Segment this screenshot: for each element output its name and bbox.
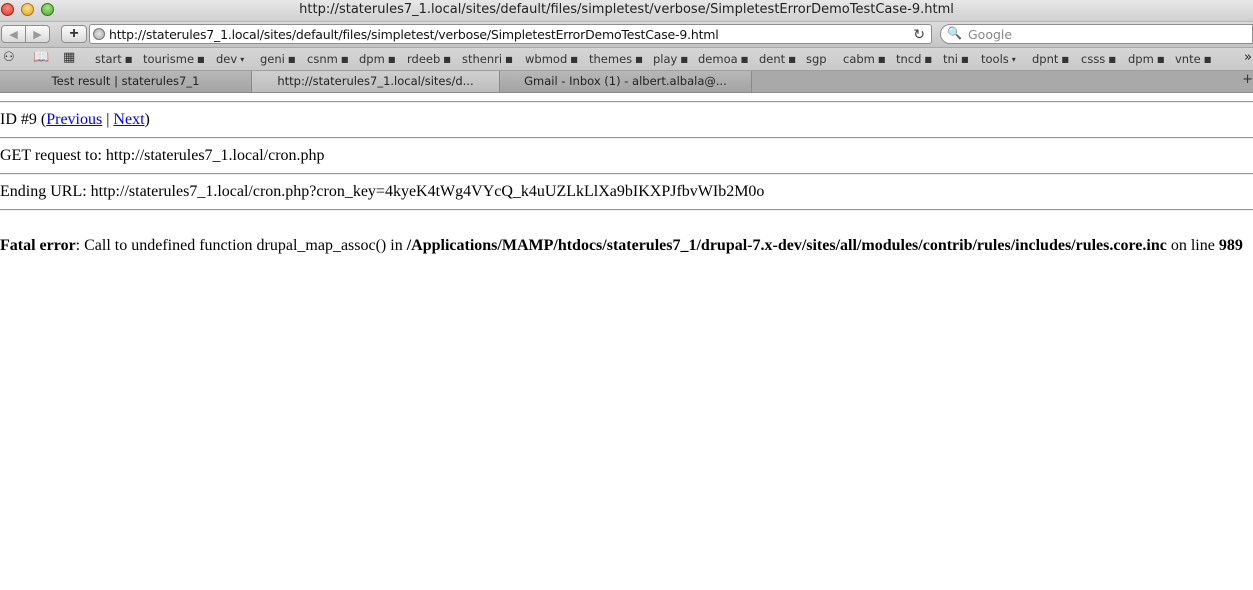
ending-url-line: Ending URL: http://staterules7_1.local/c… xyxy=(0,183,765,200)
search-input[interactable]: Google xyxy=(968,27,1012,42)
more-bookmarks-icon[interactable]: » xyxy=(1244,50,1252,65)
divider xyxy=(0,101,1253,103)
search-icon[interactable]: 🔍 xyxy=(947,26,962,40)
bookmark-wbmod[interactable]: wbmod ■ xyxy=(525,52,578,66)
tab-bar: Test result | staterules7_1 http://state… xyxy=(0,71,1253,93)
search-field[interactable]: 🔍 Google xyxy=(940,24,1253,44)
bookmark-tools[interactable]: tools ▾ xyxy=(981,52,1016,66)
error-line-number: 989 xyxy=(1218,237,1243,254)
bookmark-play[interactable]: play ■ xyxy=(653,52,688,66)
bookmark-themes[interactable]: themes ■ xyxy=(589,52,643,66)
bookmark-csnm[interactable]: csnm ■ xyxy=(307,52,348,66)
globe-icon xyxy=(93,28,105,40)
divider xyxy=(0,173,1253,175)
bookmark-sgp[interactable]: sgp xyxy=(806,52,827,66)
add-bookmark-button[interactable]: + xyxy=(61,25,87,43)
bookmark-csss[interactable]: csss ■ xyxy=(1081,52,1116,66)
back-arrow-icon: ◀ xyxy=(9,28,18,41)
bookmark-tncd[interactable]: tncd ■ xyxy=(896,52,932,66)
previous-link[interactable]: Previous xyxy=(46,111,102,128)
bookmark-sthenri[interactable]: sthenri ■ xyxy=(462,52,513,66)
forward-arrow-icon: ▶ xyxy=(33,28,42,41)
fatal-error-message: Fatal error: Call to undefined function … xyxy=(0,237,1243,254)
error-file-path: /Applications/MAMP/htdocs/staterules7_1/… xyxy=(406,237,1167,254)
next-link[interactable]: Next xyxy=(113,111,144,128)
window-title: http://staterules7_1.local/sites/default… xyxy=(299,2,954,17)
bookmark-rdeeb[interactable]: rdeeb ■ xyxy=(407,52,451,66)
bookmark-dent[interactable]: dent ■ xyxy=(759,52,796,66)
tab-verbose-page[interactable]: http://staterules7_1.local/sites/d... xyxy=(252,71,500,92)
window-titlebar: http://staterules7_1.local/sites/default… xyxy=(0,0,1253,22)
tab-label: Test result | staterules7_1 xyxy=(51,74,200,88)
get-request-line: GET request to: http://staterules7_1.loc… xyxy=(0,147,325,164)
bookmark-vnte[interactable]: vnte ■ xyxy=(1175,52,1211,66)
navigation-toolbar: ◀ ▶ + http://staterules7_1.local/sites/d… xyxy=(0,22,1253,48)
back-button[interactable]: ◀ xyxy=(1,25,26,43)
bookmark-tni[interactable]: tni ■ xyxy=(943,52,969,66)
bookmark-start[interactable]: start ■ xyxy=(95,52,132,66)
divider xyxy=(0,209,1253,211)
plus-icon: + xyxy=(69,25,79,42)
address-input[interactable]: http://staterules7_1.local/sites/default… xyxy=(109,27,719,42)
reload-icon[interactable]: ↻ xyxy=(913,26,925,43)
bookmarks-book-icon[interactable]: 📖 xyxy=(33,50,49,65)
reading-list-icon[interactable]: ⚇ xyxy=(3,50,15,65)
test-id-line: ID #9 (Previous | Next) xyxy=(0,111,150,128)
bookmark-dpnt[interactable]: dpnt ■ xyxy=(1032,52,1069,66)
bookmark-geni[interactable]: geni ■ xyxy=(260,52,295,66)
bookmark-dpm[interactable]: dpm ■ xyxy=(359,52,395,66)
new-tab-icon[interactable]: + xyxy=(1242,72,1253,87)
tab-label: http://staterules7_1.local/sites/d... xyxy=(277,74,474,88)
top-sites-grid-icon[interactable]: ▦ xyxy=(63,50,75,65)
bookmark-dev[interactable]: dev ▾ xyxy=(216,52,244,66)
divider xyxy=(0,137,1253,139)
forward-button[interactable]: ▶ xyxy=(25,25,50,43)
bookmark-cabm[interactable]: cabm ■ xyxy=(843,52,885,66)
bookmark-demoa[interactable]: demoa ■ xyxy=(698,52,748,66)
tab-gmail[interactable]: Gmail - Inbox (1) - albert.albala@... xyxy=(500,71,752,92)
bookmarks-bar: ⚇ 📖 ▦ start ■ tourisme ■ dev ▾ geni ■ csnm ■ … xyxy=(0,48,1253,71)
error-label: Fatal error xyxy=(0,237,76,254)
address-bar[interactable]: http://staterules7_1.local/sites/default… xyxy=(89,24,932,44)
bookmark-dpm-2[interactable]: dpm ■ xyxy=(1128,52,1164,66)
tab-test-result[interactable]: Test result | staterules7_1 xyxy=(0,71,252,92)
tab-label: Gmail - Inbox (1) - albert.albala@... xyxy=(524,74,727,88)
bookmark-tourisme[interactable]: tourisme ■ xyxy=(143,52,205,66)
